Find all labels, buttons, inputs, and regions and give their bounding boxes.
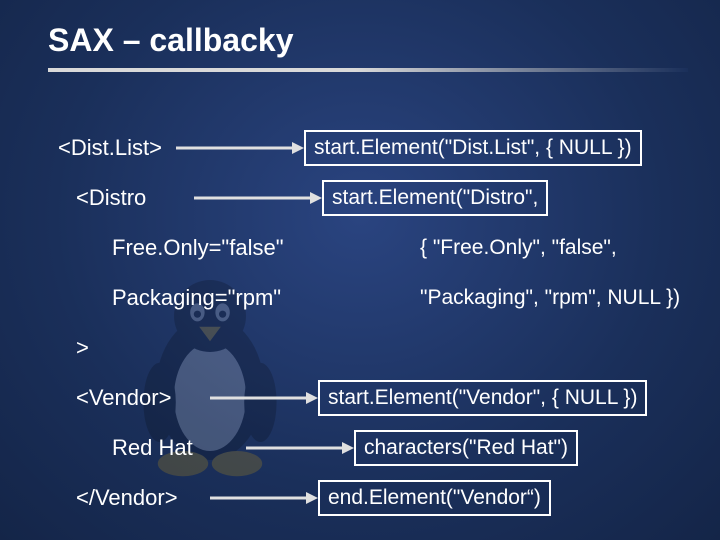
slide: SAX – callbacky <Dist.List> start.Elemen…: [0, 0, 720, 540]
xml-fragment: Red Hat: [58, 435, 246, 461]
mapping-row: <Dist.List> start.Element("Dist.List", {…: [58, 128, 700, 168]
arrow-icon: [176, 140, 304, 156]
callback-box: end.Element("Vendor“): [318, 480, 551, 516]
xml-fragment: </Vendor>: [58, 485, 210, 511]
mapping-row: Red Hat characters("Red Hat"): [58, 428, 700, 468]
callback-text: "Packaging", "rpm", NULL }): [412, 286, 680, 310]
mapping-row: Packaging="rpm" "Packaging", "rpm", NULL…: [58, 278, 700, 318]
title-underline: [48, 68, 688, 72]
callback-box: characters("Red Hat"): [354, 430, 578, 466]
arrow-icon: [210, 390, 318, 406]
callback-text: { "Free.Only", "false",: [412, 236, 617, 260]
callback-box: start.Element("Dist.List", { NULL }): [304, 130, 642, 166]
callback-box: start.Element("Distro",: [322, 180, 548, 216]
mapping-row: >: [58, 328, 700, 368]
xml-fragment: <Vendor>: [58, 385, 210, 411]
xml-fragment: <Distro: [58, 185, 194, 211]
mapping-row: <Distro start.Element("Distro",: [58, 178, 700, 218]
mapping-row: </Vendor> end.Element("Vendor“): [58, 478, 700, 518]
slide-title: SAX – callbacky: [48, 22, 293, 59]
callback-box: start.Element("Vendor", { NULL }): [318, 380, 647, 416]
arrow-icon: [210, 490, 318, 506]
mapping-row: Free.Only="false" { "Free.Only", "false"…: [58, 228, 700, 268]
title-bar: SAX – callbacky: [48, 14, 720, 66]
arrow-icon: [194, 190, 322, 206]
xml-fragment: Packaging="rpm": [58, 285, 412, 311]
arrow-icon: [246, 440, 354, 456]
xml-fragment: >: [58, 335, 89, 361]
xml-fragment: Free.Only="false": [58, 235, 412, 261]
xml-fragment: <Dist.List>: [58, 135, 176, 161]
mapping-row: <Vendor> start.Element("Vendor", { NULL …: [58, 378, 700, 418]
